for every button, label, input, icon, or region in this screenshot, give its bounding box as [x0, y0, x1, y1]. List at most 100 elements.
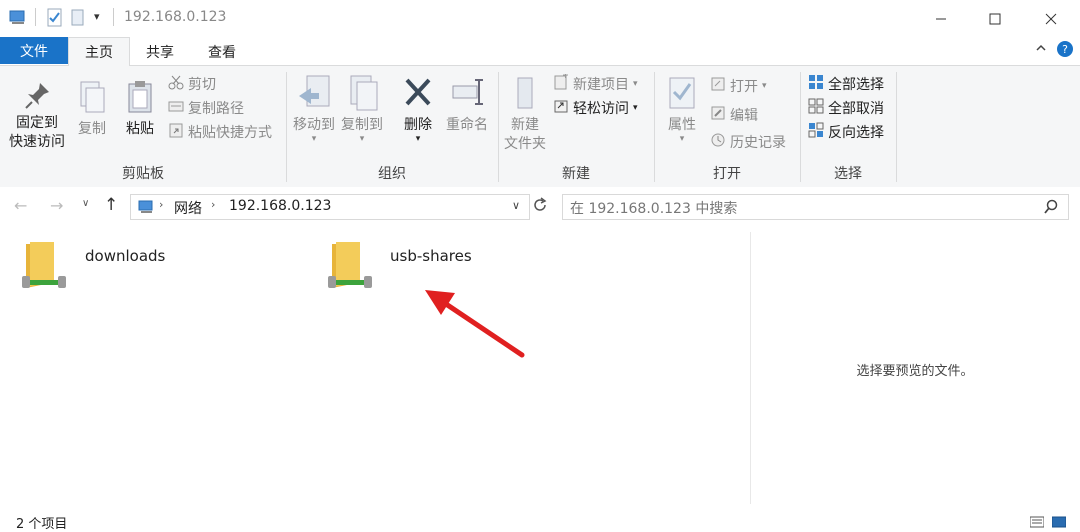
- tab-home[interactable]: 主页: [68, 37, 130, 66]
- paste-icon: [120, 80, 160, 120]
- group-separator: [896, 72, 897, 182]
- window-title: 192.168.0.123: [124, 9, 227, 25]
- close-button[interactable]: [1026, 0, 1076, 37]
- open-icon: [710, 76, 726, 96]
- rename-label: 重命名: [446, 117, 488, 133]
- chevron-down-icon: ▾: [679, 134, 685, 144]
- title-bar: ▾ 192.168.0.123: [0, 0, 1080, 37]
- select-all-button[interactable]: 全部选择: [808, 73, 884, 95]
- history-icon: [710, 132, 726, 152]
- breadcrumb-network[interactable]: 网络: [174, 198, 202, 218]
- easy-access-button[interactable]: 轻松访问 ▾: [553, 97, 638, 119]
- copy-to-icon: [340, 74, 384, 116]
- pin-label-1: 固定到: [16, 115, 58, 131]
- group-select-label: 选择: [834, 166, 862, 182]
- chevron-down-icon: ▾: [311, 134, 317, 144]
- group-open-label: 打开: [713, 166, 741, 182]
- group-organize-label: 组织: [378, 166, 406, 182]
- computer-icon[interactable]: [8, 8, 28, 30]
- easy-access-label: 轻松访问: [573, 101, 629, 117]
- scissors-icon: [168, 74, 184, 94]
- folder-name: downloads: [85, 247, 166, 265]
- tab-file[interactable]: 文件: [0, 37, 68, 64]
- delete-x-icon: [398, 74, 438, 116]
- minimize-button[interactable]: [916, 0, 966, 37]
- breadcrumb-separator-icon: ›: [159, 198, 164, 211]
- new-folder-icon[interactable]: [70, 8, 86, 32]
- new-item-button[interactable]: 新建项目 ▾: [553, 73, 638, 95]
- move-to-icon: [292, 74, 336, 116]
- address-dropdown-icon[interactable]: ∨: [512, 199, 520, 212]
- delete-label: 删除: [404, 117, 432, 133]
- network-share-folder-icon: [20, 240, 68, 300]
- divider: [113, 8, 114, 26]
- collapse-ribbon-icon[interactable]: [1035, 42, 1047, 58]
- copy-button[interactable]: 复制: [72, 80, 112, 139]
- copy-path-button[interactable]: 复制路径: [168, 97, 244, 119]
- address-input[interactable]: › 网络 › 192.168.0.123 ∨: [130, 194, 530, 220]
- history-button[interactable]: 历史记录: [710, 131, 786, 153]
- folder-name: usb-shares: [390, 247, 472, 265]
- new-folder-icon: [502, 74, 548, 116]
- move-to-label: 移动到: [293, 117, 335, 133]
- help-icon[interactable]: ?: [1056, 40, 1074, 62]
- delete-button[interactable]: 删除 ▾: [398, 74, 438, 144]
- new-item-label: 新建项目: [573, 77, 629, 93]
- invert-selection-icon: [808, 122, 824, 142]
- search-icon[interactable]: [1043, 199, 1059, 219]
- properties-check-icon[interactable]: [46, 8, 64, 32]
- new-folder-button[interactable]: 新建 文件夹: [502, 74, 548, 154]
- invert-selection-button[interactable]: 反向选择: [808, 121, 884, 143]
- chevron-down-icon: ▾: [359, 134, 365, 144]
- edit-button[interactable]: 编辑: [710, 104, 758, 126]
- pin-quick-access-button[interactable]: 固定到 快速访问: [6, 80, 68, 152]
- breadcrumb-host[interactable]: 192.168.0.123: [229, 198, 331, 214]
- breadcrumb-separator-icon: ›: [211, 198, 216, 211]
- edit-label: 编辑: [730, 108, 758, 124]
- paste-shortcut-button[interactable]: 粘贴快捷方式: [168, 121, 272, 143]
- invert-selection-label: 反向选择: [828, 125, 884, 141]
- maximize-button[interactable]: [970, 0, 1020, 37]
- rename-icon: [444, 74, 490, 116]
- group-new-label: 新建: [562, 166, 590, 182]
- history-label: 历史记录: [730, 135, 786, 151]
- properties-icon: [662, 74, 702, 116]
- select-none-icon: [808, 98, 824, 118]
- rename-button[interactable]: 重命名: [444, 74, 490, 135]
- cut-button[interactable]: 剪切: [168, 73, 216, 95]
- pin-icon: [6, 80, 68, 114]
- chevron-down-icon: ▾: [415, 134, 421, 144]
- group-clipboard-label: 剪贴板: [122, 166, 164, 182]
- paste-button[interactable]: 粘贴: [120, 80, 160, 139]
- new-folder-label-2: 文件夹: [504, 136, 546, 152]
- refresh-icon[interactable]: [531, 196, 549, 218]
- select-none-button[interactable]: 全部取消: [808, 97, 884, 119]
- forward-arrow-icon[interactable]: →: [50, 196, 63, 215]
- select-none-label: 全部取消: [828, 101, 884, 117]
- up-arrow-icon[interactable]: ↑: [104, 195, 118, 215]
- tab-view[interactable]: 查看: [194, 37, 250, 66]
- copy-to-button[interactable]: 复制到 ▾: [340, 74, 384, 144]
- open-label: 打开: [730, 79, 758, 95]
- network-share-folder-icon: [326, 240, 374, 300]
- open-button[interactable]: 打开 ▾: [710, 75, 767, 97]
- copy-path-icon: [168, 98, 184, 118]
- copy-path-label: 复制路径: [188, 101, 244, 117]
- new-item-icon: [553, 73, 569, 94]
- chevron-down-icon: ▾: [633, 103, 638, 113]
- paste-shortcut-label: 粘贴快捷方式: [188, 125, 272, 141]
- pin-label-2: 快速访问: [9, 134, 65, 150]
- chevron-down-icon: ▾: [633, 79, 638, 89]
- copy-to-label: 复制到: [341, 117, 383, 133]
- recent-locations-chevron-icon[interactable]: ∨: [82, 198, 89, 209]
- properties-button[interactable]: 属性 ▾: [662, 74, 702, 144]
- status-item-count: 2 个项目: [16, 517, 68, 532]
- svg-text:?: ?: [1062, 43, 1068, 56]
- back-arrow-icon[interactable]: ←: [14, 196, 27, 215]
- search-input[interactable]: 在 192.168.0.123 中搜索: [562, 194, 1069, 220]
- tab-share[interactable]: 共享: [132, 37, 188, 66]
- customize-dropdown-icon[interactable]: ▾: [94, 10, 100, 23]
- select-all-label: 全部选择: [828, 77, 884, 93]
- move-to-button[interactable]: 移动到 ▾: [292, 74, 336, 144]
- paste-label: 粘贴: [126, 121, 154, 137]
